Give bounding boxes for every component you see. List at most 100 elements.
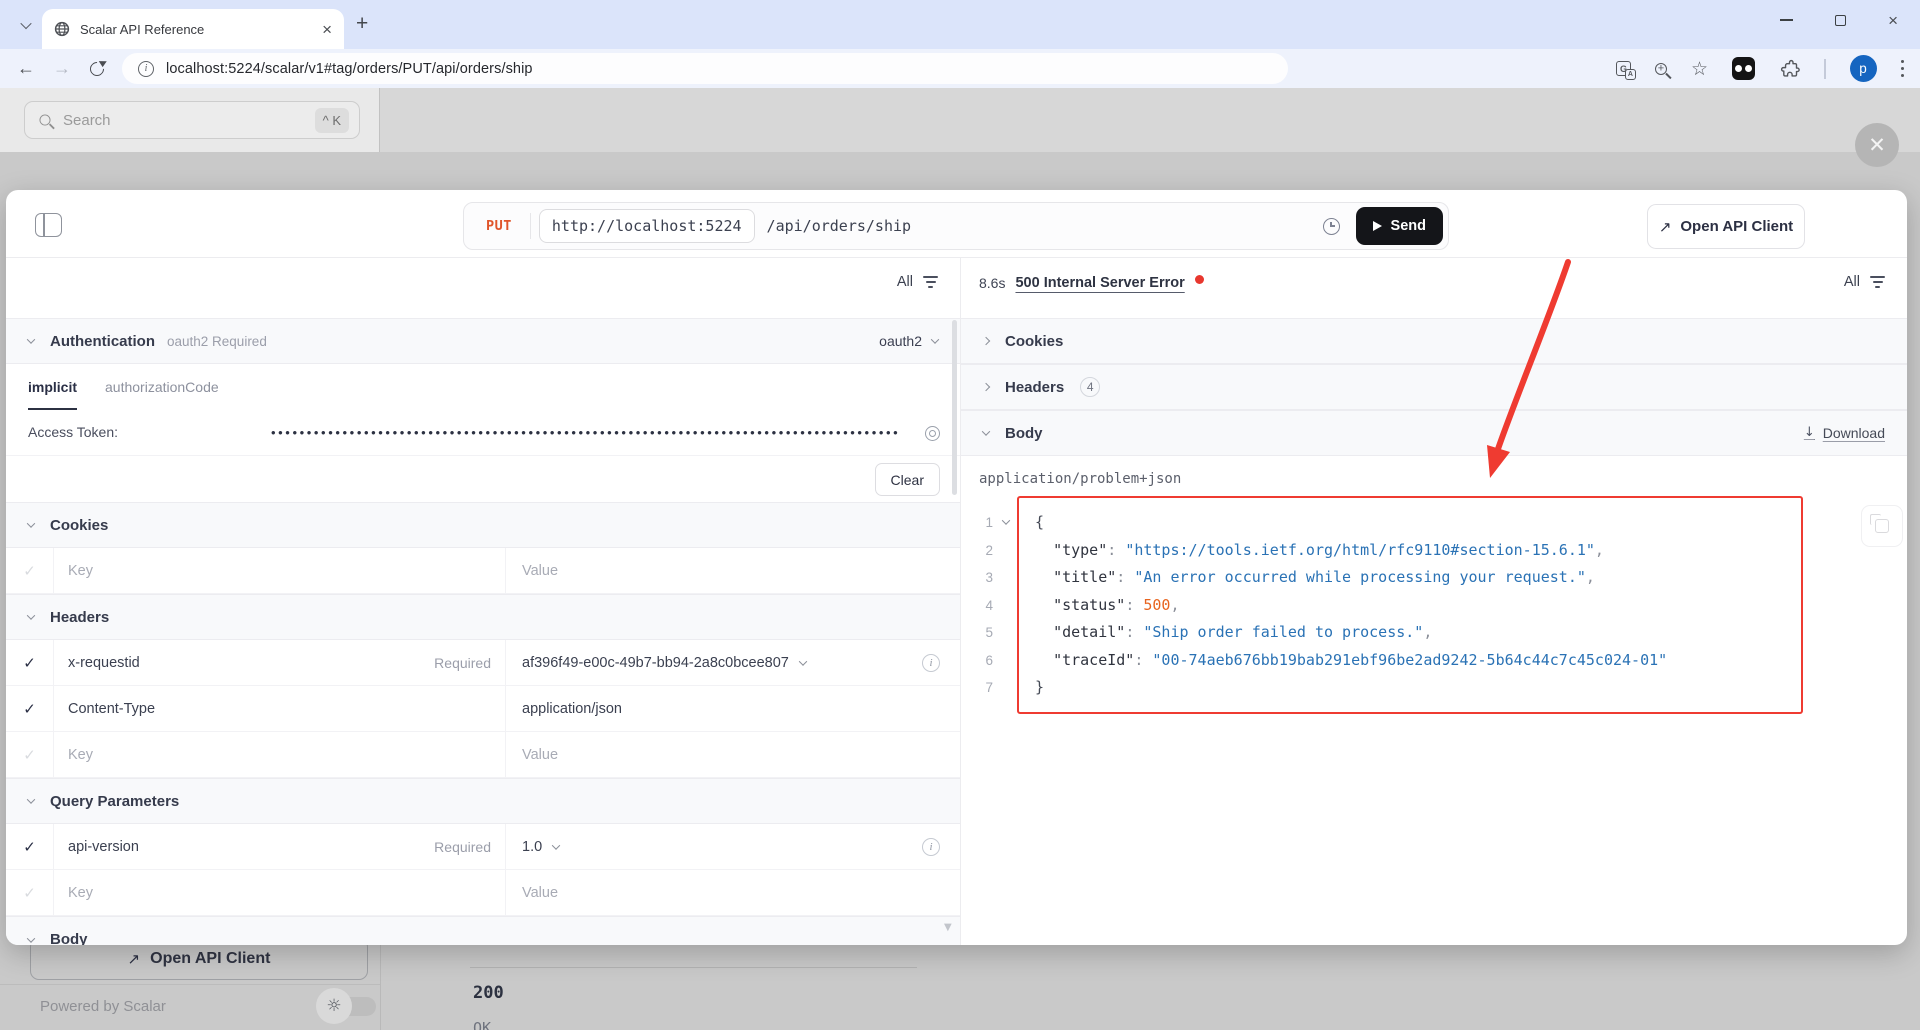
response-headers-title: Headers <box>1005 378 1065 396</box>
header-value[interactable]: application/json <box>522 701 622 717</box>
eye-icon[interactable] <box>925 426 940 441</box>
authentication-subtitle: oauth2 Required <box>167 333 267 349</box>
header-value[interactable]: af396f49-e00c-49b7-bb94-2a8c0bcee807 <box>522 655 789 671</box>
response-body-title: Body <box>1005 424 1043 442</box>
response-filter[interactable]: All <box>1844 274 1885 290</box>
header-row-x-requestid: ✓ x-requestid Required af396f49-e00c-49b… <box>6 640 960 686</box>
header-key-input[interactable] <box>68 746 491 763</box>
request-bar-divider <box>529 213 531 239</box>
auth-scheme-value: oauth2 <box>879 333 922 349</box>
response-section-headers[interactable]: Headers 4 <box>961 364 1907 410</box>
scrollbar-thumb[interactable] <box>952 320 957 495</box>
code-lines[interactable]: { "type": "https://tools.ietf.org/html/r… <box>1035 509 1891 702</box>
response-section-body[interactable]: Body ↓ Download <box>961 410 1907 456</box>
header-key[interactable]: x-requestid <box>68 655 140 671</box>
request-path[interactable]: /api/orders/ship <box>767 217 912 235</box>
section-body[interactable]: Body <box>6 916 960 945</box>
tab-authorization-code[interactable]: authorizationCode <box>105 364 219 410</box>
request-filter[interactable]: All <box>897 274 938 290</box>
chevron-down-icon <box>26 795 36 804</box>
required-label: Required <box>434 654 491 671</box>
cookie-value-input[interactable] <box>522 562 940 579</box>
check-icon[interactable]: ✓ <box>23 654 36 672</box>
method-badge: PUT <box>486 218 512 234</box>
section-authentication[interactable]: Authentication oauth2 Required oauth2 <box>6 318 960 364</box>
access-token-masked-value[interactable]: ••••••••••••••••••••••••••••••••••••••••… <box>271 425 916 440</box>
external-link-icon: ↗ <box>127 950 141 968</box>
chevron-down-icon <box>26 611 36 620</box>
external-link-icon: ↗ <box>1658 217 1672 236</box>
response-status[interactable]: 500 Internal Server Error <box>1015 275 1184 291</box>
response-duration: 8.6s <box>979 275 1006 291</box>
background-sidebar-divider <box>380 945 381 1030</box>
query-row-api-version: ✓ api-version Required 1.0 <box>6 824 960 870</box>
filter-icon <box>1870 276 1885 288</box>
header-empty-row: ✓ <box>6 732 960 778</box>
request-panel: All Authentication oauth2 Required oauth… <box>6 258 960 945</box>
info-icon[interactable] <box>922 653 940 672</box>
response-section-cookies[interactable]: Cookies <box>961 318 1907 364</box>
chevron-right-icon <box>981 382 991 392</box>
check-icon[interactable]: ✓ <box>23 884 36 902</box>
fold-chevron-icon[interactable] <box>1001 516 1011 525</box>
content-type-row: application/problem+json <box>961 456 1907 502</box>
download-link[interactable]: ↓ Download <box>1803 424 1885 441</box>
header-value-input[interactable] <box>522 746 940 763</box>
header-key[interactable]: Content-Type <box>68 701 155 717</box>
body-title: Body <box>50 931 88 945</box>
section-query-parameters[interactable]: Query Parameters <box>6 778 960 824</box>
content-type-value: application/problem+json <box>979 471 1182 487</box>
headers-title: Headers <box>50 608 110 626</box>
check-icon[interactable]: ✓ <box>23 700 36 718</box>
section-cookies[interactable]: Cookies <box>6 502 960 548</box>
copy-button[interactable] <box>1861 505 1903 547</box>
error-status-dot <box>1194 274 1204 284</box>
chevron-down-icon <box>930 335 940 344</box>
background-status-code: 200 <box>473 983 504 1003</box>
authentication-title: Authentication <box>50 332 155 350</box>
powered-by-scalar: Powered by Scalar <box>40 998 166 1015</box>
check-icon[interactable]: ✓ <box>23 838 36 856</box>
clear-button[interactable]: Clear <box>874 463 940 496</box>
copy-icon <box>1870 514 1889 533</box>
request-bar[interactable]: PUT http://localhost:5224 /api/orders/sh… <box>463 202 1449 250</box>
query-key[interactable]: api-version <box>68 839 139 855</box>
query-value-input[interactable] <box>522 884 940 901</box>
check-icon[interactable]: ✓ <box>23 562 36 580</box>
chevron-down-icon <box>981 427 991 436</box>
background-open-api-client-label: Open API Client <box>150 950 271 967</box>
filter-icon <box>923 276 938 288</box>
response-cookies-title: Cookies <box>1005 332 1064 350</box>
filter-label: All <box>1843 274 1860 290</box>
auth-scheme-select[interactable]: oauth2 <box>879 333 940 349</box>
section-headers[interactable]: Headers <box>6 594 960 640</box>
open-api-client-button[interactable]: ↗ Open API Client <box>1647 204 1805 249</box>
cookie-empty-row: ✓ <box>6 548 960 594</box>
query-parameters-title: Query Parameters <box>50 792 180 810</box>
server-url[interactable]: http://localhost:5224 <box>538 209 755 243</box>
chevron-down-icon[interactable] <box>551 840 561 850</box>
chevron-down-icon <box>26 933 36 943</box>
sun-icon[interactable]: ☼ <box>316 988 352 1024</box>
info-icon[interactable] <box>922 837 940 856</box>
required-label: Required <box>434 838 491 855</box>
clear-row: Clear <box>6 456 960 502</box>
check-icon[interactable]: ✓ <box>23 746 36 764</box>
download-icon: ↓ <box>1803 424 1815 441</box>
cookie-key-input[interactable] <box>68 562 491 579</box>
headers-count-badge: 4 <box>1080 377 1101 397</box>
history-clock-icon[interactable] <box>1322 217 1340 235</box>
scrollbar-down-arrow[interactable]: ▼ <box>944 922 952 933</box>
query-value[interactable]: 1.0 <box>522 839 542 855</box>
chevron-down-icon[interactable] <box>798 656 808 666</box>
sidebar-toggle-icon[interactable] <box>35 213 62 237</box>
api-client-modal: PUT http://localhost:5224 /api/orders/sh… <box>6 190 1907 945</box>
query-key-input[interactable] <box>68 884 491 901</box>
background-status-text: OK <box>473 1019 492 1030</box>
send-button[interactable]: Send <box>1355 207 1443 245</box>
tab-implicit[interactable]: implicit <box>28 364 78 410</box>
chevron-down-icon <box>26 519 36 528</box>
access-token-row: Access Token: ••••••••••••••••••••••••••… <box>6 410 960 456</box>
play-icon <box>1372 221 1382 231</box>
open-api-client-label: Open API Client <box>1680 218 1794 235</box>
